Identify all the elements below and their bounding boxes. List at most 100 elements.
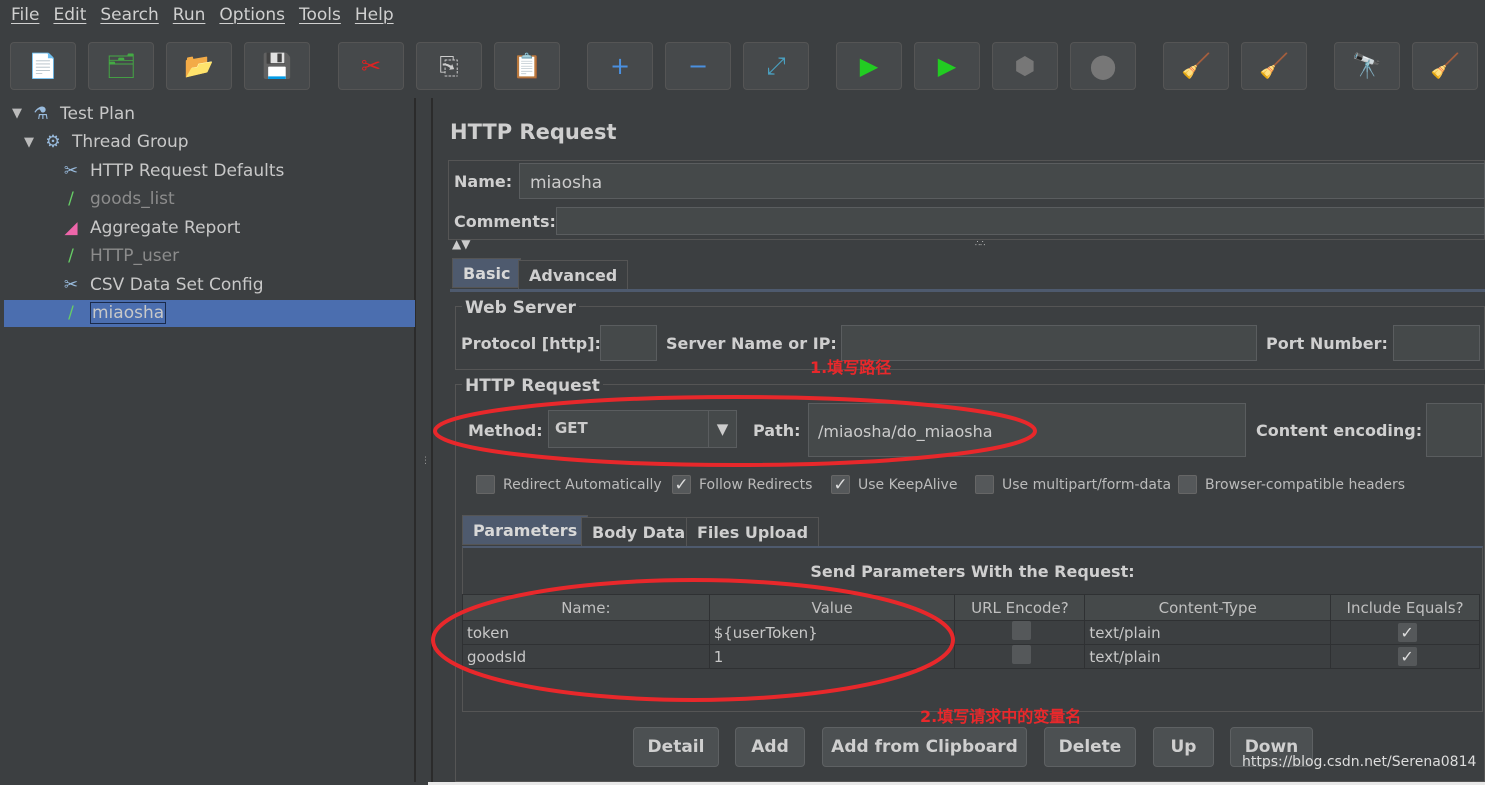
method-select[interactable]: GET ▼ [548,410,737,448]
content-encoding-input[interactable] [1426,403,1482,457]
templates-button[interactable]: 🗂 [88,42,154,90]
menu-search[interactable]: Search [100,5,158,25]
tree-node-label: CSV Data Set Config [90,274,264,295]
clear-all-button[interactable]: 🧹 [1241,42,1307,90]
expand-button[interactable]: + [587,42,653,90]
copy-button[interactable]: ⎘ [416,42,482,90]
tree-node[interactable]: / HTTP_user [58,243,179,270]
checkmark-icon[interactable]: ✓ [1397,647,1417,666]
tree-node[interactable]: ✂ HTTP Request Defaults [58,157,284,184]
clear-button[interactable]: 🧹 [1163,42,1229,90]
menu-options[interactable]: Options [219,5,285,25]
table-row[interactable]: goodsId 1 text/plain ✓ [462,644,1480,669]
cell-name[interactable]: token [462,620,710,645]
tab-underline [450,289,1485,292]
checkbox-box[interactable] [975,475,994,494]
checkbox-box[interactable] [476,475,495,494]
toggle-icon: ⤢ [766,52,786,80]
menu-edit[interactable]: Edit [53,5,86,25]
parameters-table[interactable]: Name: Value URL Encode? Content-Type Include… [462,594,1480,669]
checkbox-box[interactable] [1012,621,1032,640]
menu-tools[interactable]: Tools [299,5,341,25]
column-header[interactable]: Name: [462,594,710,621]
tree-node[interactable]: / miaosha [4,299,415,327]
search-binoculars-button[interactable]: 🔭 [1334,42,1400,90]
tree-node[interactable]: ▼ ⚗ Test Plan [12,100,135,127]
clear-all-icon: 🧹 [1259,52,1289,80]
port-input[interactable] [1393,325,1480,361]
cell-include-equals[interactable]: ✓ [1330,620,1480,645]
cell-value[interactable]: 1 [708,644,956,669]
checkbox-use-keepalive[interactable]: ✓ Use KeepAlive [831,475,957,495]
tree-node[interactable]: ✂ CSV Data Set Config [58,271,264,298]
paste-button[interactable]: 📋 [494,42,560,90]
checkbox-browser-compatible-headers[interactable]: Browser-compatible headers [1178,475,1405,494]
shutdown-button[interactable]: ⬤ [1070,42,1136,90]
save-button[interactable]: 💾 [244,42,310,90]
detail-button[interactable]: Detail [633,727,719,767]
chevron-down-icon[interactable]: ▼ [708,411,736,447]
tree-node[interactable]: ▼ ⚙ Thread Group [24,129,189,156]
cell-url-encode[interactable] [954,644,1086,669]
cell-value[interactable]: ${userToken} [708,620,956,645]
stop-icon: ⬢ [1014,52,1036,80]
table-row[interactable]: token ${userToken} text/plain ✓ [462,620,1480,645]
tab-parameters[interactable]: Parameters [462,515,589,545]
cell-name[interactable]: goodsId [462,644,710,669]
delete-button[interactable]: Delete [1044,727,1136,767]
tab-files-upload[interactable]: Files Upload [686,517,820,547]
path-input[interactable]: /miaosha/do_miaosha [808,403,1246,457]
start-no-pauses-button[interactable]: ▶ [914,42,980,90]
tab-advanced[interactable]: Advanced [518,260,629,290]
menu-run[interactable]: Run [173,5,206,25]
checkbox-redirect-automatically[interactable]: Redirect Automatically [476,475,662,494]
collapse-button[interactable]: − [665,42,731,90]
tab-basic[interactable]: Basic [452,258,522,288]
new-button[interactable]: 📄 [10,42,76,90]
add-from-clipboard-button[interactable]: Add from Clipboard [822,727,1027,767]
cut-button[interactable]: ✂ [338,42,404,90]
test-plan-tree[interactable]: ▼ ⚗ Test Plan ▼ ⚙ Thread Group ✂ HTTP Request D… [4,98,415,782]
collapse-arrows-icon[interactable]: ▲▼ [452,237,470,251]
checkmark-icon[interactable]: ✓ [672,475,691,495]
checkbox-box[interactable] [1012,645,1032,664]
toggle-button[interactable]: ⤢ [743,42,809,90]
http-request-legend: HTTP Request [462,376,603,396]
tab-body-data[interactable]: Body Data [581,517,697,547]
column-header[interactable]: Content-Type [1084,594,1332,621]
comments-label: Comments: [454,212,556,231]
add-button[interactable]: Add [735,727,805,767]
expand-arrow-icon[interactable]: ▼ [24,135,34,150]
checkbox-follow-redirects[interactable]: ✓ Follow Redirects [672,475,812,495]
cell-content-type[interactable]: text/plain [1084,644,1332,669]
column-header[interactable]: Value [708,594,956,621]
expand-arrow-icon[interactable]: ▼ [12,106,22,121]
column-header[interactable]: Include Equals? [1330,594,1480,621]
drag-grip-icon[interactable]: ∴∴ [975,239,985,248]
cell-url-encode[interactable] [954,620,1086,645]
protocol-input[interactable] [600,325,657,361]
method-label: Method: [468,421,543,440]
menu-help[interactable]: Help [355,5,394,25]
comments-input[interactable] [556,207,1485,235]
open-button[interactable]: 📂 [166,42,232,90]
cell-include-equals[interactable]: ✓ [1330,644,1480,669]
checkbox-box[interactable] [1178,475,1197,494]
checkbox-use-multipart-form-data[interactable]: Use multipart/form-data [975,475,1171,494]
tree-node[interactable]: ◢ Aggregate Report [58,214,240,241]
menu-file[interactable]: File [11,5,39,25]
up-button[interactable]: Up [1153,727,1214,767]
tree-node[interactable]: / goods_list [58,186,175,213]
page-title: HTTP Request [450,120,617,144]
splitter-handle[interactable]: ⋮ [415,98,432,782]
start-button[interactable]: ▶ [836,42,902,90]
checkmark-icon[interactable]: ✓ [1397,623,1417,642]
name-input[interactable]: miaosha [519,163,1485,199]
server-input[interactable] [841,325,1257,361]
cell-content-type[interactable]: text/plain [1084,620,1332,645]
shutdown-icon: ⬤ [1089,52,1117,80]
reset-search-broom-button[interactable]: 🧹 [1412,42,1478,90]
stop-button[interactable]: ⬢ [992,42,1058,90]
checkmark-icon[interactable]: ✓ [831,475,850,495]
column-header[interactable]: URL Encode? [954,594,1086,621]
